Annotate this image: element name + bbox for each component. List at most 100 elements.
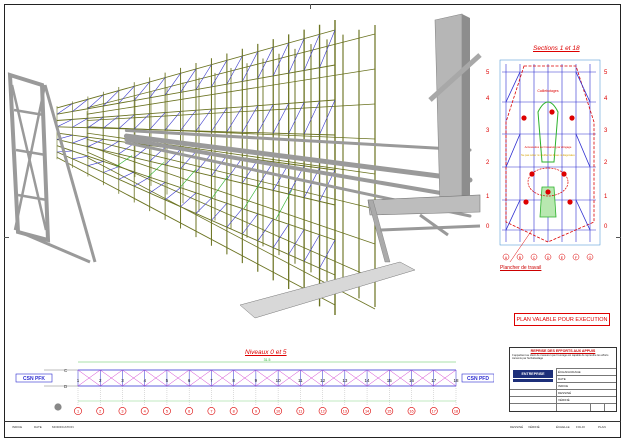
scaffold-brace <box>149 77 166 98</box>
plan-bay-number: 8 <box>232 378 235 383</box>
scaffold-brace <box>103 141 119 151</box>
section-row-number: 3 <box>604 128 608 134</box>
company-name: ENTREPRISE <box>521 372 545 376</box>
section-column-label: C <box>533 256 536 260</box>
plan-bay-number: 4 <box>143 378 146 383</box>
company-logo: ENTREPRISE <box>513 370 553 378</box>
plan-row-letter: C <box>64 368 68 373</box>
note-label: Ne pas retirer ni modifier les lisses ni… <box>521 154 575 157</box>
tb-field-2: INDICE <box>558 384 569 388</box>
anchor-point <box>523 199 529 205</box>
tb-vline <box>590 403 591 411</box>
plan-bay-number: 17 <box>431 378 437 383</box>
scaffold-brace <box>272 103 289 134</box>
plan-bay-number: 15 <box>387 378 393 383</box>
plan-bay-number: 3 <box>121 378 124 383</box>
scaffold-brace-green <box>211 175 229 199</box>
section-row-number: 2 <box>486 160 490 166</box>
execution-stamp: PLAN VALABLE POUR EXECUTION <box>514 313 610 326</box>
dimension-text: 31.5 <box>264 358 271 362</box>
anchor-point <box>545 189 551 195</box>
section-row-number: 4 <box>486 96 490 102</box>
section-brace <box>575 199 591 231</box>
axis-number: 3 <box>121 410 123 414</box>
strip-cell: ÉCHELLE <box>556 425 570 429</box>
axis-number: 4 <box>144 410 146 414</box>
right-tag: CSN PFD <box>467 376 489 382</box>
plan-row-letter: D <box>64 384 68 389</box>
scaffold-brace <box>257 47 274 79</box>
scaffold-brace <box>303 101 320 135</box>
section-row-number: 2 <box>604 160 608 166</box>
section-row-number: 4 <box>604 96 608 102</box>
section-title: Sections 1 et 18 <box>533 45 580 52</box>
axis-number: 18 <box>454 410 458 414</box>
plan-bay-number: 14 <box>365 378 371 383</box>
axis-number: 5 <box>166 410 168 414</box>
tb-field-4: VÉRIFIÉ <box>558 398 570 402</box>
scaffold-brace <box>149 112 166 130</box>
axis-number: 7 <box>210 410 212 414</box>
plan-bay-number: 1 <box>77 378 80 383</box>
vertical-girder <box>434 13 463 211</box>
scaffold-brace <box>257 218 274 242</box>
axis-number: 12 <box>320 410 324 414</box>
plan-bay-number: 10 <box>276 378 282 383</box>
scaffold-brace <box>303 34 320 71</box>
scaffold-brace <box>288 102 305 134</box>
north-marker <box>54 403 62 411</box>
tb-row <box>510 396 616 397</box>
revision-strip: INDICE DATE MODIFICATION DESSINÉ VÉRIFIÉ… <box>4 421 621 438</box>
scaffold-brace <box>211 107 228 132</box>
tb-vline <box>604 403 605 411</box>
pipe-beam <box>123 133 473 183</box>
scaffold-brace <box>72 155 88 160</box>
plan-bay-number: 5 <box>166 378 169 383</box>
anchor-point <box>549 109 555 115</box>
title-block-header: REPRISE DES EFFORTS AUX APPUIS <box>530 349 596 353</box>
section-row-number: 5 <box>486 70 490 76</box>
axis-number: 9 <box>255 410 257 414</box>
strip-cell: INDICE <box>12 425 23 429</box>
strip-cell: PLAN <box>598 425 606 429</box>
strip-cell: DATE <box>34 425 42 429</box>
plancher-label: Plancher de travail <box>500 265 542 271</box>
axis-number: 17 <box>432 410 436 414</box>
scaffold-brace <box>103 115 119 129</box>
axis-number: 16 <box>409 410 413 414</box>
scaffold-brace <box>242 105 259 133</box>
plan-bay-number: 2 <box>99 378 102 383</box>
axis-number: 15 <box>387 410 391 414</box>
anchor-point <box>567 199 573 205</box>
plan-title: Niveaux 0 et 5 <box>245 349 287 356</box>
section-row-number: 5 <box>604 70 608 76</box>
plan-bay-number: 9 <box>255 378 258 383</box>
left-tag: CSN PFK <box>23 376 45 382</box>
axis-number: 10 <box>276 410 280 414</box>
tb-row <box>556 368 616 369</box>
tb-row <box>510 403 616 404</box>
scaffold-brace <box>211 203 228 221</box>
axis-number: 2 <box>99 410 101 414</box>
truss-member <box>419 213 449 237</box>
left-trestle <box>7 72 97 264</box>
scaffold-brace <box>226 106 243 132</box>
scaffold-brace <box>242 51 259 82</box>
truss-member <box>379 224 481 232</box>
scaffold-brace <box>226 55 243 85</box>
axis-number: 1 <box>77 410 79 414</box>
scaffold-brace-green <box>147 162 165 178</box>
scaffold-brace <box>164 111 181 131</box>
scaffold-brace <box>72 136 88 144</box>
section-brace <box>575 71 591 103</box>
section-row-number: 3 <box>486 128 490 134</box>
plan-bay-number: 13 <box>342 378 348 383</box>
axis-number: 11 <box>298 410 302 414</box>
strip-cell: MODIFICATION <box>52 425 74 429</box>
strip-cell: DESSINÉ <box>510 425 524 429</box>
section-row-number: 0 <box>604 224 608 230</box>
axis-number: 13 <box>343 410 347 414</box>
tb-vline <box>556 368 557 411</box>
tb-field-1: DATE <box>558 377 566 381</box>
section-row-number: 1 <box>604 194 608 200</box>
